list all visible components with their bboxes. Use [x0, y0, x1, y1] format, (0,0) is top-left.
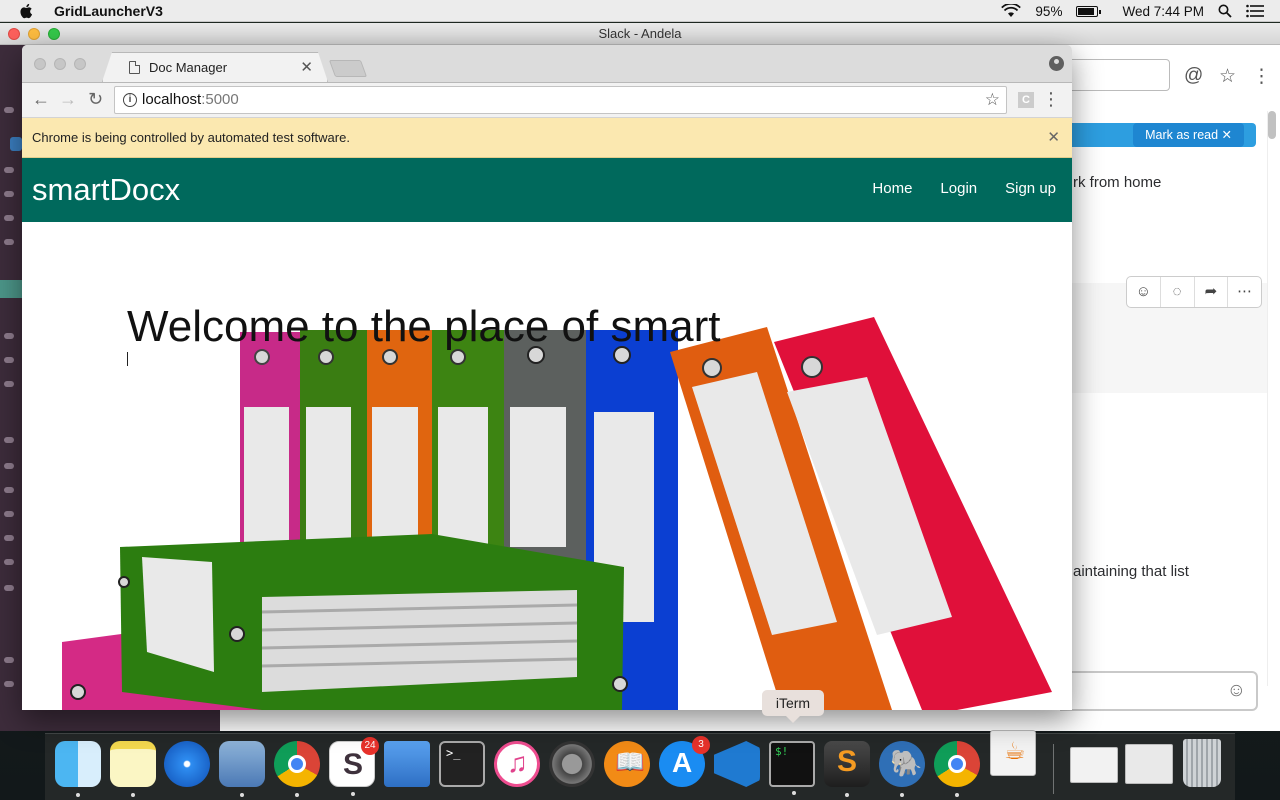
notes-icon[interactable] [110, 741, 156, 797]
slack-message-text: rk from home [1073, 174, 1162, 191]
slack-window-controls [8, 28, 60, 40]
terminal-icon[interactable]: >_ [439, 741, 485, 787]
browser-toolbar: ← → ↻ i localhost:5000 ☆ C ⋮ [22, 82, 1072, 118]
infobar-text: Chrome is being controlled by automated … [32, 130, 350, 145]
page-icon [129, 61, 140, 74]
dock-tooltip: iTerm [762, 690, 824, 723]
downloads-stack-icon[interactable] [1070, 747, 1118, 783]
forward-icon[interactable]: → [59, 89, 77, 110]
slack-message-input[interactable]: ☺ [1060, 671, 1258, 711]
menu-bar: GridLauncherV3 95% Wed 7:44 PM [0, 0, 1280, 22]
slack-scroll-thumb[interactable] [1268, 111, 1276, 139]
emoji-icon[interactable]: ☺ [1227, 680, 1246, 702]
system-preferences-icon[interactable] [549, 741, 595, 787]
starred-icon[interactable]: ☆ [1219, 65, 1236, 88]
close-window-icon[interactable] [34, 58, 46, 70]
mentions-icon[interactable]: @ [1184, 65, 1203, 87]
chrome-window: Doc Manager ✕ ← → ↻ i localhost:5000 ☆ C… [22, 45, 1072, 710]
trash-icon[interactable] [1183, 739, 1221, 787]
dock: S 24 >_ ♫ 📖 A 3 $! S 🐘 ☕ [45, 730, 1235, 800]
documents-stack-icon[interactable] [1125, 744, 1173, 784]
menu-bar-status-area: 95% Wed 7:44 PM [1001, 0, 1264, 22]
slack-titlebar: Slack - Andela [0, 23, 1280, 45]
slack-icon[interactable]: S 24 [329, 737, 379, 796]
close-infobar-icon[interactable]: ✕ [1047, 118, 1060, 158]
chrome-icon[interactable] [934, 741, 980, 797]
clock[interactable]: Wed 7:44 PM [1122, 4, 1204, 19]
battery-icon[interactable] [1076, 5, 1102, 17]
extension-icon[interactable]: C [1018, 92, 1034, 108]
more-icon[interactable]: ⋮ [1252, 65, 1271, 88]
text-cursor [127, 352, 128, 366]
url-text[interactable]: localhost:5000 [142, 87, 239, 113]
wifi-icon[interactable] [1001, 4, 1022, 18]
site-brand[interactable]: smartDocx [32, 172, 180, 208]
new-messages-banner[interactable]: Mark as read ✕ [1060, 123, 1256, 147]
app-store-badge: 3 [692, 736, 710, 754]
chrome-icon[interactable] [274, 741, 320, 797]
sequel-pro-icon[interactable]: 🐘 [879, 741, 925, 797]
bookmark-star-icon[interactable]: ☆ [985, 87, 1000, 113]
nav-home-link[interactable]: Home [872, 180, 912, 197]
keynote-icon[interactable] [384, 741, 430, 787]
ibooks-icon[interactable]: 📖 [604, 741, 650, 787]
slack-scrollbar[interactable] [1267, 111, 1277, 686]
slack-message-text: aintaining that list [1073, 563, 1189, 580]
iterm-icon[interactable]: $! [769, 741, 815, 795]
mail-icon[interactable] [219, 741, 265, 797]
apple-icon[interactable] [18, 2, 36, 20]
site-info-icon[interactable]: i [123, 93, 137, 107]
tab-strip: Doc Manager ✕ [22, 45, 1072, 82]
java-icon[interactable]: ☕ [990, 730, 1036, 776]
active-app-name[interactable]: GridLauncherV3 [54, 3, 163, 19]
slack-active-channel[interactable] [0, 280, 22, 298]
spotlight-search-icon[interactable] [1218, 4, 1232, 18]
battery-percent[interactable]: 95% [1035, 4, 1062, 19]
notification-center-icon[interactable] [1246, 4, 1264, 18]
add-reaction-icon[interactable]: ☺ [1127, 277, 1161, 307]
dock-separator [1053, 744, 1054, 794]
zoom-window-icon[interactable] [48, 28, 60, 40]
binder-stack [62, 534, 628, 710]
start-thread-icon[interactable]: ◌ [1161, 277, 1195, 307]
tab-doc-manager[interactable]: Doc Manager ✕ [102, 52, 328, 82]
close-window-icon[interactable] [8, 28, 20, 40]
chrome-menu-icon[interactable]: ⋮ [1042, 89, 1060, 110]
site-navbar: smartDocx Home Login Sign up [22, 158, 1072, 222]
nav-links: Home Login Sign up [872, 180, 1056, 197]
zoom-window-icon[interactable] [74, 58, 86, 70]
binders-image [62, 317, 1052, 710]
back-icon[interactable]: ← [32, 89, 50, 110]
tab-title: Doc Manager [149, 60, 228, 75]
sublime-text-icon[interactable]: S [824, 741, 870, 797]
nav-signup-link[interactable]: Sign up [1005, 180, 1056, 197]
share-message-icon[interactable]: ➦ [1195, 277, 1229, 307]
chrome-window-controls [34, 58, 86, 70]
minimize-window-icon[interactable] [28, 28, 40, 40]
new-tab-button[interactable] [328, 60, 368, 77]
profile-icon[interactable] [1049, 56, 1064, 71]
close-tab-icon[interactable]: ✕ [300, 58, 313, 76]
finder-icon[interactable] [55, 741, 101, 797]
itunes-icon[interactable]: ♫ [494, 741, 540, 787]
slack-window-title: Slack - Andela [598, 26, 682, 41]
hero-section: Welcome to the place of smart [22, 222, 1072, 710]
safari-icon[interactable] [164, 741, 210, 787]
mark-as-read-button[interactable]: Mark as read ✕ [1133, 123, 1244, 147]
address-bar[interactable]: i localhost:5000 ☆ [114, 86, 1007, 114]
automation-infobar: Chrome is being controlled by automated … [22, 118, 1072, 158]
slack-badge: 24 [361, 737, 379, 755]
message-actions: ☺ ◌ ➦ ⋯ [1126, 276, 1262, 308]
vscode-icon[interactable] [714, 741, 760, 787]
nav-login-link[interactable]: Login [940, 180, 977, 197]
reload-icon[interactable]: ↻ [88, 89, 103, 110]
more-actions-icon[interactable]: ⋯ [1228, 277, 1261, 307]
hero-title: Welcome to the place of smart [127, 302, 721, 351]
app-store-icon[interactable]: A 3 [659, 736, 710, 787]
minimize-window-icon[interactable] [54, 58, 66, 70]
